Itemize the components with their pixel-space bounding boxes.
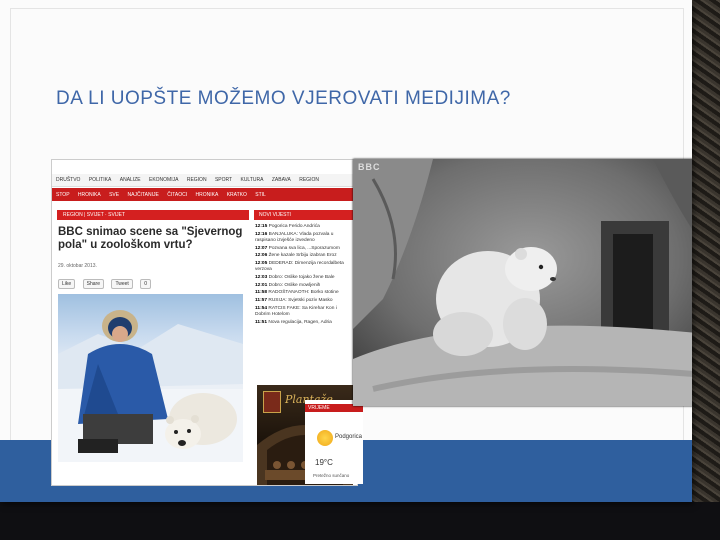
bbc-watermark: BBC	[358, 162, 381, 172]
subnav-item[interactable]: KRATKO	[223, 188, 250, 198]
ticker-item[interactable]: 11:54 RATCIS FAKE: Sa Kirehar Kon i Dobr…	[255, 306, 353, 318]
presentation-slide: DA LI UOPŠTE MOŽEMO VJEROVATI MEDIJIMA? …	[0, 0, 692, 502]
subnav-item[interactable]: SVE	[105, 188, 122, 198]
weather-note: Pretežno sunčano	[313, 473, 350, 478]
news-ticker: 12:15 Pogorica Ferido Andrića 12:16 BANJ…	[255, 224, 353, 327]
subnav-item[interactable]: STOP	[52, 188, 73, 198]
polar-bear-den-image	[353, 159, 692, 406]
article-date: 29. oktobar 2013.	[58, 263, 97, 269]
article-photo	[58, 294, 243, 462]
ad-logo	[263, 391, 281, 413]
weather-city: Podgorica	[335, 434, 363, 440]
nav-item[interactable]: DRUŠTVO	[52, 174, 83, 183]
ticker-item[interactable]: 12:05 DEDERAD: Dimenzija recordalbeta ve…	[255, 261, 353, 273]
bottom-shadow-area	[0, 502, 720, 540]
subnav-item[interactable]: STIL	[251, 188, 269, 198]
subnav-item[interactable]: HRONIKA	[74, 188, 104, 198]
nav-item[interactable]: EKONOMIJA	[145, 174, 181, 183]
background-texture	[690, 0, 720, 540]
subnav-item[interactable]: HRONIKA	[192, 188, 222, 198]
subnav-item[interactable]: ČITAOCI	[163, 188, 190, 198]
ticker-item[interactable]: 12:07 Pozvana sva lica, ...Sporazumom	[255, 246, 353, 252]
ticker-item[interactable]: 11:51 Nova regulacija, Ragen, Adria	[255, 320, 353, 326]
ticker-item[interactable]: 11:57 RUSIJA: Svjetski poziv Masko	[255, 298, 353, 304]
ticker-item[interactable]: 12:01 Dobro: Oslike mowljenih	[255, 283, 353, 289]
share-buttons: Like Share Tweet 0	[58, 272, 154, 289]
ticker-item[interactable]: 12:03 Dobro: Oslike tojako žene Bale	[255, 275, 353, 281]
nav-item[interactable]: KULTURA	[236, 174, 266, 183]
weather-temp: 19°C	[315, 458, 333, 467]
subnav-item[interactable]: NAJČITANIJE	[124, 188, 162, 198]
secondary-navigation: STOP HRONIKA SVE NAJČITANIJE ČITAOCI HRO…	[52, 188, 357, 201]
sun-icon	[317, 430, 333, 446]
share-count: 0	[140, 279, 152, 289]
nav-item[interactable]: SPORT	[211, 174, 235, 183]
polar-bear-zoo-photo: BBC	[353, 159, 692, 406]
article-headline[interactable]: BBC snimao scene sa "Sjevernog pola" u z…	[58, 226, 248, 252]
ticker-item[interactable]: 11:58 RADOŠTANAOTH: Borko stotine	[255, 290, 353, 296]
nav-item[interactable]: REGION	[183, 174, 210, 183]
share-button[interactable]: Share	[82, 279, 104, 289]
nav-item[interactable]: ZABAVA	[268, 174, 294, 183]
tweet-button[interactable]: Tweet	[111, 279, 133, 289]
like-button[interactable]: Like	[58, 279, 76, 289]
sidebar-label: NOVI VIJESTI	[254, 210, 354, 220]
explorer-with-polar-bear-image	[58, 310, 243, 462]
ticker-item[interactable]: 12:15 Pogorica Ferido Andrića	[255, 224, 353, 230]
primary-navigation: DRUŠTVO POLITIKA ANALIZE EKONOMIJA REGIO…	[52, 174, 357, 187]
nav-item[interactable]: POLITIKA	[85, 174, 115, 183]
ticker-item[interactable]: 12:16 BANJALUKA: Vlada pozvala u raspisa…	[255, 232, 353, 244]
nav-item[interactable]: REGION	[295, 174, 322, 183]
section-label: REGION | SVIJET · SVIJET	[57, 210, 249, 220]
weather-widget: VRIJEME Podgorica 19°C Pretežno sunčano	[305, 400, 363, 484]
nav-item[interactable]: ANALIZE	[116, 174, 144, 183]
slide-title: DA LI UOPŠTE MOŽEMO VJEROVATI MEDIJIMA?	[56, 88, 511, 109]
ticker-item[interactable]: 12:06 Žene kazale Srbiju izabran Eroz	[255, 253, 353, 259]
